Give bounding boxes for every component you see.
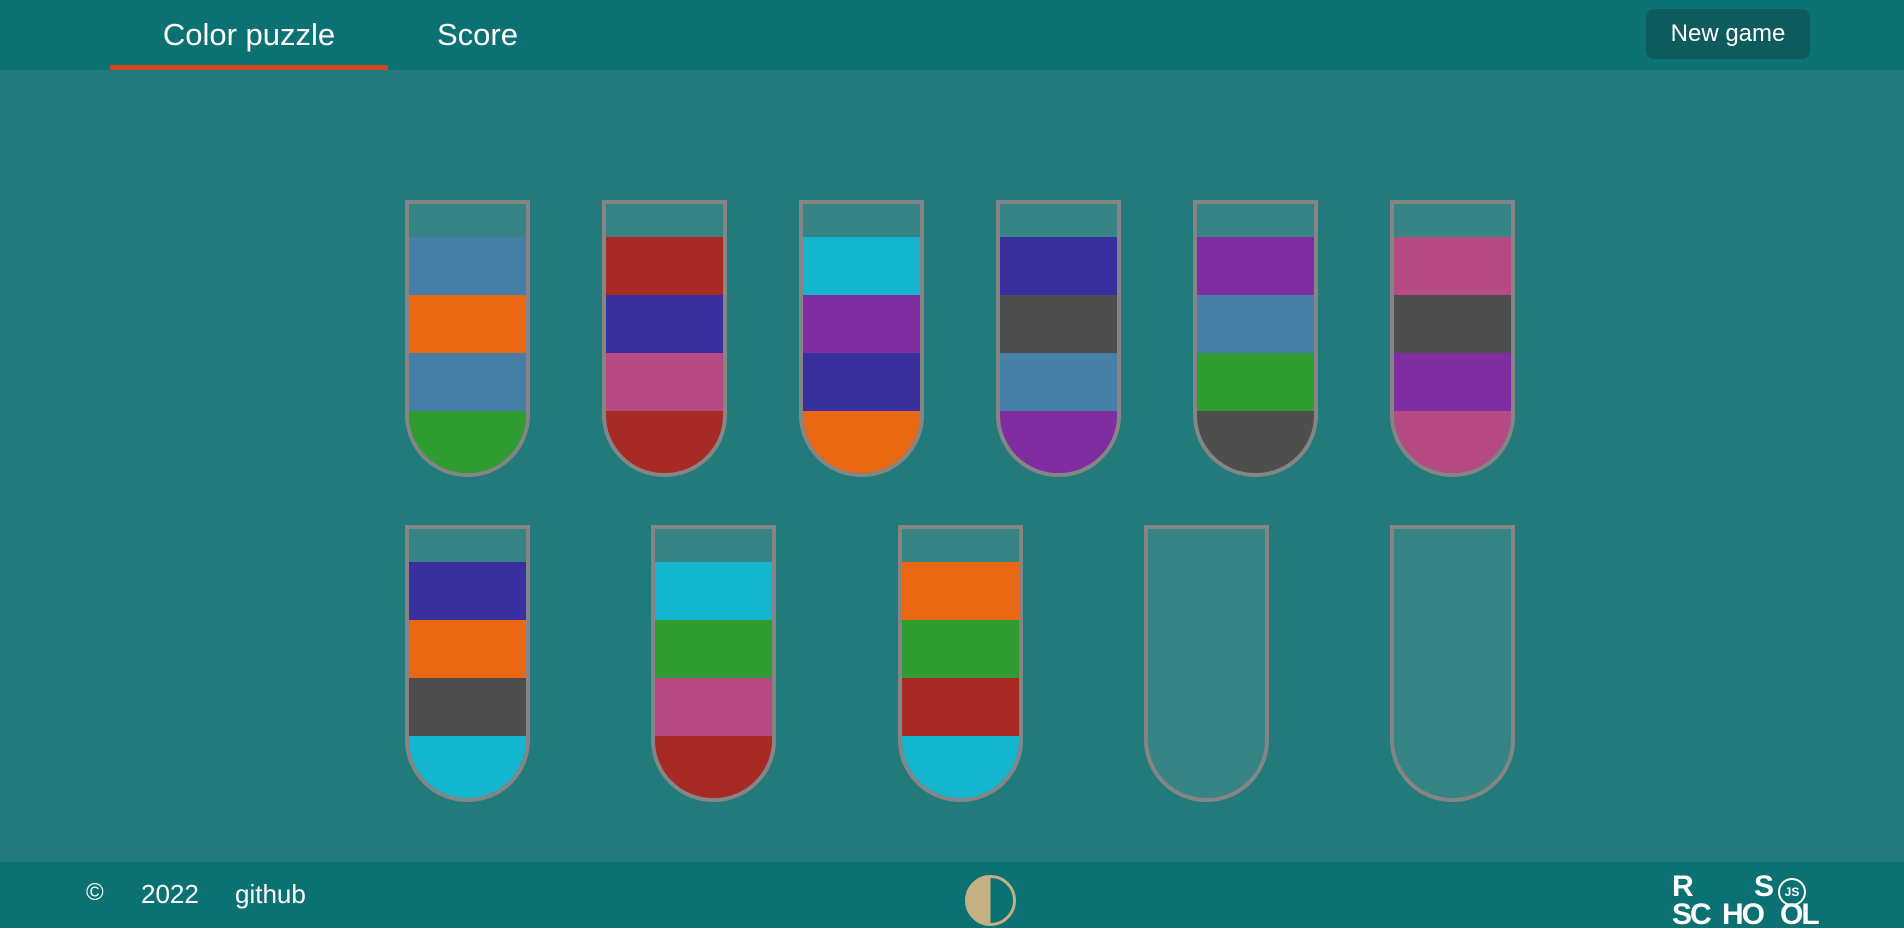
color-layer <box>1197 295 1314 353</box>
tube[interactable] <box>405 525 530 802</box>
footer: © 2022 github R S JS SC HO OL <box>0 862 1904 928</box>
color-layer <box>409 736 526 798</box>
color-layer <box>803 353 920 411</box>
tube[interactable] <box>602 200 727 477</box>
color-layer <box>1000 237 1117 295</box>
color-layer <box>1000 353 1117 411</box>
color-layer <box>1000 411 1117 473</box>
header: Color puzzle Score New game <box>0 0 1904 70</box>
color-layer <box>606 237 723 295</box>
color-layer <box>1197 353 1314 411</box>
color-layer <box>902 620 1019 678</box>
tube[interactable] <box>1390 525 1515 802</box>
tube[interactable] <box>1193 200 1318 477</box>
new-game-button[interactable]: New game <box>1646 9 1810 59</box>
color-layer <box>1394 237 1511 295</box>
tab-color-puzzle[interactable]: Color puzzle <box>110 0 388 70</box>
color-layer <box>606 353 723 411</box>
color-layer <box>1000 295 1117 353</box>
tube[interactable] <box>1390 200 1515 477</box>
color-layer <box>409 411 526 473</box>
half-circle-icon[interactable] <box>965 875 1016 926</box>
color-layer <box>1197 411 1314 473</box>
tube[interactable] <box>1144 525 1269 802</box>
color-layer <box>655 620 772 678</box>
logo-ol: OL <box>1780 898 1820 928</box>
color-layer <box>655 562 772 620</box>
color-layer <box>902 678 1019 736</box>
color-layer <box>409 237 526 295</box>
color-layer <box>1197 237 1314 295</box>
color-layer <box>803 295 920 353</box>
color-layer <box>902 736 1019 798</box>
rs-school-logo[interactable]: R S JS SC HO OL <box>1672 872 1832 928</box>
color-layer <box>1394 295 1511 353</box>
color-layer <box>902 562 1019 620</box>
color-layer <box>606 411 723 473</box>
color-layer <box>409 295 526 353</box>
tube[interactable] <box>651 525 776 802</box>
copyright-symbol: © <box>86 879 104 906</box>
color-layer <box>409 620 526 678</box>
color-layer <box>803 411 920 473</box>
color-layer <box>409 562 526 620</box>
color-layer <box>606 295 723 353</box>
color-layer <box>655 736 772 798</box>
color-layer <box>409 678 526 736</box>
tube[interactable] <box>405 200 530 477</box>
tube[interactable] <box>799 200 924 477</box>
logo-sc: SC <box>1672 898 1712 928</box>
color-layer <box>655 678 772 736</box>
tube[interactable] <box>898 525 1023 802</box>
logo-ho: HO <box>1722 898 1765 928</box>
github-link[interactable]: github <box>235 879 306 910</box>
color-layer <box>409 353 526 411</box>
copyright-year: 2022 <box>141 879 199 909</box>
color-layer <box>803 237 920 295</box>
tab-score[interactable]: Score <box>420 0 535 70</box>
tube[interactable] <box>996 200 1121 477</box>
game-board <box>0 70 1904 862</box>
color-layer <box>1394 411 1511 473</box>
color-layer <box>1394 353 1511 411</box>
